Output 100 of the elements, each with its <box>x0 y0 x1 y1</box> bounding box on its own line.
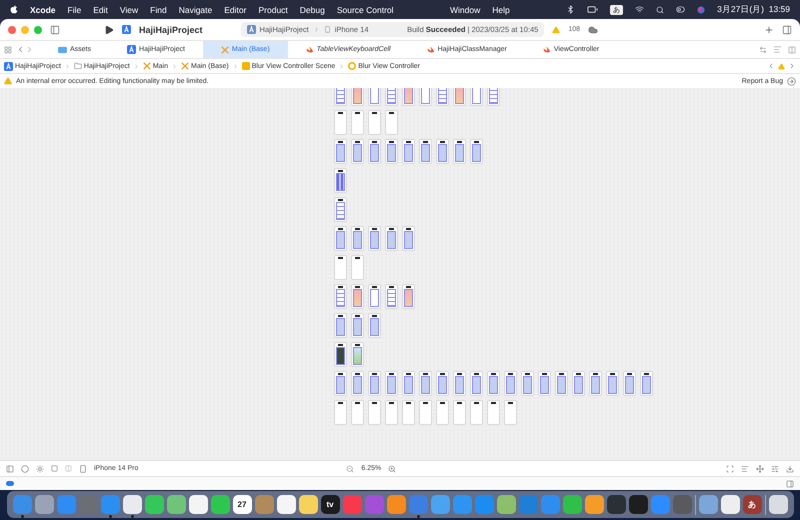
phone-icon[interactable] <box>79 464 87 472</box>
menu-item[interactable]: Product <box>258 4 288 14</box>
align-icon[interactable] <box>741 464 749 472</box>
search-icon[interactable] <box>656 6 664 14</box>
zoom-in-icon[interactable] <box>388 464 396 472</box>
view-controller-thumbnail[interactable] <box>351 226 364 251</box>
back-icon[interactable] <box>16 45 25 54</box>
view-controller-thumbnail[interactable] <box>334 313 347 338</box>
view-controller-thumbnail[interactable] <box>368 400 381 425</box>
view-controller-thumbnail[interactable] <box>453 371 466 396</box>
menu-item[interactable]: Editor <box>224 4 246 14</box>
view-controller-thumbnail[interactable] <box>419 400 432 425</box>
view-controller-thumbnail[interactable] <box>436 400 449 425</box>
view-controller-thumbnail[interactable] <box>436 139 449 164</box>
view-controller-thumbnail[interactable] <box>470 400 483 425</box>
appearance-icon[interactable] <box>36 464 44 472</box>
view-controller-thumbnail[interactable] <box>368 371 381 396</box>
view-controller-thumbnail[interactable] <box>419 371 432 396</box>
app-icon[interactable] <box>122 495 142 519</box>
menu-item[interactable]: Navigate <box>178 4 212 14</box>
menu-item[interactable]: Source Control <box>336 4 394 14</box>
view-controller-thumbnail[interactable] <box>334 168 347 193</box>
view-controller-thumbnail[interactable] <box>487 400 500 425</box>
view-controller-thumbnail[interactable] <box>351 88 364 106</box>
view-controller-thumbnail[interactable] <box>521 371 534 396</box>
view-controller-thumbnail[interactable] <box>351 284 364 309</box>
menu-bar-clock[interactable]: 3月27日(月) 13:59 <box>717 4 790 16</box>
move-icon[interactable] <box>756 464 764 472</box>
view-controller-thumbnail[interactable] <box>351 313 364 338</box>
view-controller-thumbnail[interactable] <box>368 313 381 338</box>
view-controller-thumbnail[interactable] <box>402 371 415 396</box>
view-controller-thumbnail[interactable] <box>538 371 551 396</box>
view-controller-thumbnail[interactable] <box>334 226 347 251</box>
add-icon[interactable] <box>764 24 774 34</box>
view-controller-thumbnail[interactable] <box>419 139 432 164</box>
view-controller-thumbnail[interactable] <box>334 110 347 135</box>
view-controller-thumbnail[interactable] <box>334 400 347 425</box>
view-controller-thumbnail[interactable] <box>623 371 636 396</box>
view-controller-thumbnail[interactable] <box>402 226 415 251</box>
view-controller-thumbnail[interactable] <box>402 400 415 425</box>
view-controller-thumbnail[interactable] <box>385 284 398 309</box>
apple-logo-icon[interactable] <box>10 5 18 14</box>
view-controller-thumbnail[interactable] <box>334 342 347 367</box>
view-controller-thumbnail[interactable] <box>385 400 398 425</box>
panel-icon[interactable] <box>786 480 794 488</box>
battery-icon[interactable] <box>587 4 598 15</box>
grid-icon[interactable] <box>4 46 12 54</box>
view-controller-thumbnail[interactable] <box>504 371 517 396</box>
menu-item[interactable]: Edit <box>93 4 108 14</box>
view-controller-thumbnail[interactable] <box>572 371 585 396</box>
view-controller-thumbnail[interactable] <box>334 371 347 396</box>
view-controller-thumbnail[interactable] <box>453 400 466 425</box>
view-controller-thumbnail[interactable] <box>351 342 364 367</box>
view-controller-thumbnail[interactable] <box>402 139 415 164</box>
view-controller-thumbnail[interactable] <box>470 139 483 164</box>
siri-icon[interactable] <box>697 6 706 14</box>
view-controller-thumbnail[interactable] <box>453 88 466 106</box>
view-controller-thumbnail[interactable] <box>351 400 364 425</box>
control-center-icon[interactable] <box>676 5 686 14</box>
view-controller-thumbnail[interactable] <box>368 284 381 309</box>
view-controller-thumbnail[interactable] <box>351 110 364 135</box>
view-controller-thumbnail[interactable] <box>470 88 483 106</box>
view-controller-thumbnail[interactable] <box>334 197 347 222</box>
view-controller-thumbnail[interactable] <box>368 110 381 135</box>
sidebar-toggle-icon[interactable] <box>50 24 60 34</box>
view-controller-thumbnail[interactable] <box>487 371 500 396</box>
menu-item[interactable]: Find <box>150 4 167 14</box>
bluetooth-icon[interactable] <box>566 5 576 14</box>
view-controller-thumbnail[interactable] <box>334 284 347 309</box>
panel-icon[interactable] <box>6 464 14 472</box>
view-controller-thumbnail[interactable] <box>419 88 432 106</box>
run-icon[interactable] <box>104 24 114 34</box>
cloud-icon[interactable] <box>588 24 598 34</box>
inspector-toggle-icon[interactable] <box>782 24 792 34</box>
menu-item[interactable]: File <box>68 4 82 14</box>
view-controller-thumbnail[interactable] <box>470 371 483 396</box>
view-controller-thumbnail[interactable] <box>334 139 347 164</box>
view-controller-thumbnail[interactable] <box>589 371 602 396</box>
view-controller-thumbnail[interactable] <box>640 371 653 396</box>
view-controller-thumbnail[interactable] <box>436 371 449 396</box>
menu-item[interactable]: Window <box>450 4 480 14</box>
view-controller-thumbnail[interactable] <box>334 88 347 106</box>
view-controller-thumbnail[interactable] <box>487 88 500 106</box>
zoom-out-icon[interactable] <box>346 464 354 472</box>
view-controller-thumbnail[interactable] <box>504 400 517 425</box>
view-controller-thumbnail[interactable] <box>453 139 466 164</box>
close-button[interactable] <box>8 26 16 34</box>
view-controller-thumbnail[interactable] <box>368 226 381 251</box>
orientation-icon[interactable] <box>51 465 58 472</box>
menu-item[interactable]: Debug <box>300 4 325 14</box>
swap-icon[interactable] <box>759 46 767 54</box>
view-controller-thumbnail[interactable] <box>385 110 398 135</box>
view-controller-thumbnail[interactable] <box>436 88 449 106</box>
info-icon[interactable] <box>21 464 29 472</box>
download-icon[interactable] <box>786 464 794 472</box>
view-controller-thumbnail[interactable] <box>402 284 415 309</box>
previous-issue-icon[interactable] <box>767 62 775 70</box>
view-controller-thumbnail[interactable] <box>351 255 364 280</box>
view-controller-thumbnail[interactable] <box>368 88 381 106</box>
menu-item[interactable]: Xcode <box>30 4 56 14</box>
